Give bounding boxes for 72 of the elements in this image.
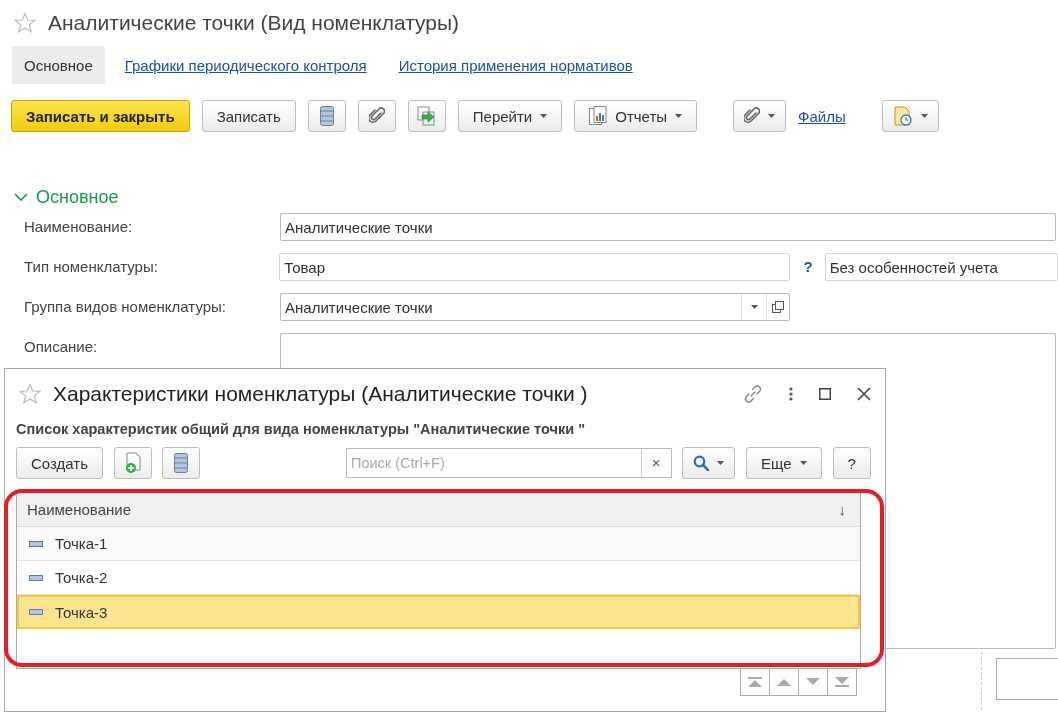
save-button[interactable]: Записать <box>201 100 296 132</box>
field-label: Наименование: <box>23 217 134 237</box>
go-to-button[interactable]: Перейти <box>457 100 563 132</box>
link-icon[interactable] <box>743 384 763 404</box>
table-cell: Точка-2 <box>55 569 108 586</box>
input-field[interactable]: Аналитические точки <box>280 213 1056 241</box>
field-label: Описание: <box>23 337 99 357</box>
more-menu-button[interactable]: Еще <box>746 447 822 479</box>
dropdown-field[interactable]: Аналитические точки <box>280 293 790 321</box>
list-button[interactable] <box>162 447 200 479</box>
save-and-close-button[interactable]: Записать и закрыть <box>11 100 190 132</box>
list-icon <box>319 106 334 126</box>
history-button[interactable] <box>881 100 939 132</box>
caret-icon <box>750 305 758 309</box>
up-icon[interactable] <box>777 678 791 686</box>
paperclip-icon <box>744 107 761 125</box>
search-icon <box>693 455 709 471</box>
section-header[interactable]: Основное <box>36 186 119 208</box>
caret-icon <box>768 114 776 118</box>
field-label: Группа видов номенклатуры: <box>23 297 227 317</box>
close-icon[interactable] <box>857 387 871 401</box>
create-button[interactable]: Создать <box>16 447 103 479</box>
list-caption: Список характеристик общий для вида номенклатуры "Аналитические точки " <box>16 421 586 437</box>
star-icon[interactable] <box>14 12 36 34</box>
row-icon <box>29 609 43 615</box>
help-button[interactable]: ? <box>832 447 871 479</box>
sort-indicator: ↓ <box>838 501 846 518</box>
caret-icon <box>675 114 683 118</box>
search-button[interactable] <box>682 447 735 479</box>
input-field[interactable]: Без особенностей учета <box>824 253 1058 281</box>
table-row[interactable]: Точка-3 <box>17 595 860 629</box>
clear-button[interactable]: × <box>641 449 670 477</box>
field-label: Тип номенклатуры: <box>23 257 159 277</box>
reports-button[interactable]: Отчеты <box>574 100 698 132</box>
more-icon[interactable] <box>789 387 793 401</box>
add-document-button[interactable] <box>114 447 152 479</box>
attachments-button[interactable] <box>733 100 787 132</box>
help-link[interactable]: ? <box>803 253 813 281</box>
tab[interactable]: История применения нормативов <box>386 46 645 84</box>
table-row[interactable]: Точка-1 <box>17 527 860 561</box>
table-cell: Точка-1 <box>55 535 108 552</box>
table-cell: Точка-3 <box>55 603 108 621</box>
paperclip-icon <box>368 107 385 125</box>
list-icon <box>174 453 188 473</box>
caret-icon <box>540 114 548 118</box>
move-button[interactable] <box>407 100 446 132</box>
tab[interactable]: Графики периодического контроля <box>112 46 379 84</box>
open-form-icon <box>772 301 784 313</box>
maximize-icon[interactable] <box>819 388 831 400</box>
caret-icon <box>799 461 807 465</box>
list-button[interactable] <box>307 100 346 132</box>
last-icon[interactable] <box>835 677 849 687</box>
search-field[interactable]: Поиск (Ctrl+F) × <box>346 448 672 478</box>
attach-button[interactable] <box>357 100 396 132</box>
document-clock-icon <box>892 106 913 126</box>
input-field[interactable]: Товар <box>279 253 790 281</box>
caret-icon <box>920 114 928 118</box>
tab[interactable]: Основное <box>12 46 105 84</box>
files-link[interactable]: Файлы <box>798 107 846 125</box>
column-title: Наименование <box>27 501 131 518</box>
document-add-icon <box>124 452 142 474</box>
report-icon <box>589 106 608 126</box>
first-icon[interactable] <box>748 677 762 687</box>
row-icon <box>29 540 43 547</box>
row-icon <box>29 574 43 581</box>
window-title: Аналитические точки (Вид номенклатуры) <box>48 11 460 35</box>
document-arrow-icon <box>416 106 437 126</box>
down-icon[interactable] <box>806 678 820 686</box>
column-header[interactable]: Наименование ↓ <box>17 493 860 527</box>
caret-icon <box>717 461 724 465</box>
star-icon[interactable] <box>19 383 41 405</box>
dialog-title: Характеристики номенклатуры (Аналитические точки ) <box>53 382 589 406</box>
